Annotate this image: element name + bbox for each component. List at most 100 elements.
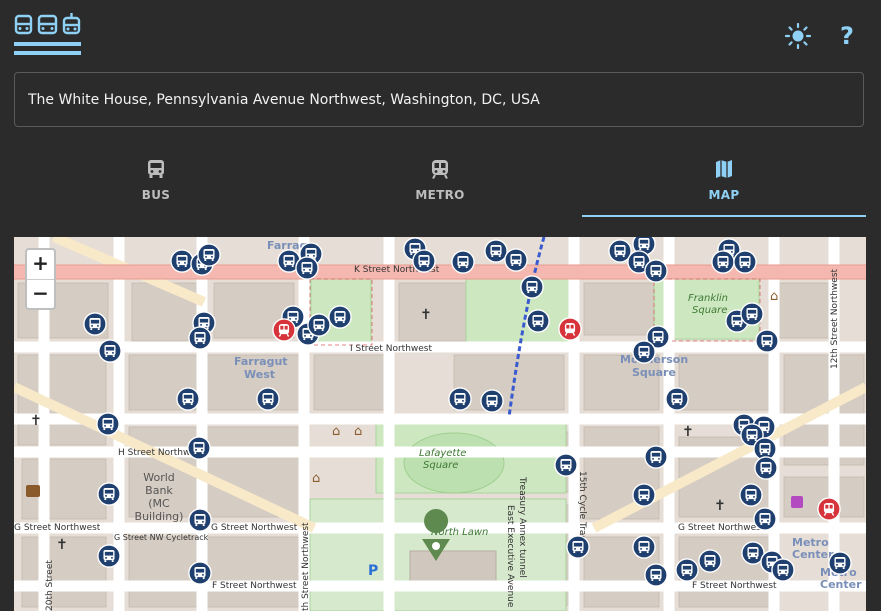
bus-stop-marker[interactable] (480, 389, 504, 413)
g-street-west-label: G Street Northwest (14, 523, 101, 533)
bus-stop-marker[interactable] (698, 549, 722, 573)
bus-stop-marker[interactable] (97, 544, 121, 568)
bus-stop-marker[interactable] (187, 436, 211, 460)
bus-stop-marker[interactable] (484, 239, 508, 263)
bus-stop-marker[interactable] (176, 387, 200, 411)
bus-stop-marker[interactable] (295, 256, 319, 280)
bus-stop-marker[interactable] (711, 250, 735, 274)
bus-stop-marker[interactable] (526, 309, 550, 333)
train-icon (432, 160, 448, 179)
bus-stop-marker[interactable] (96, 412, 120, 436)
bus-stop-marker[interactable] (256, 387, 280, 411)
world-bank-label-4: Building) (135, 510, 184, 523)
metro-station-marker[interactable] (817, 497, 841, 521)
bus-stop-marker[interactable] (739, 483, 763, 507)
shop-icon (791, 496, 803, 508)
tab-bar: BUS METRO MAP (14, 150, 866, 217)
g-street-east-label: G Street Northwest (678, 523, 765, 533)
bus-stop-marker[interactable] (755, 329, 779, 353)
tab-map[interactable]: MAP (582, 150, 866, 217)
bus-stop-marker[interactable] (97, 482, 121, 506)
f-street-west-label: F Street Northwest (212, 581, 297, 591)
church-icon: ✝ (714, 498, 726, 514)
bus-stop-marker[interactable] (504, 248, 528, 272)
museum-icon: ⌂ (332, 424, 340, 439)
world-bank-label-1: World (143, 471, 175, 484)
zoom-controls: + − (25, 248, 56, 310)
tab-metro-label: METRO (415, 188, 465, 202)
tab-map-label: MAP (708, 188, 740, 202)
bus-stop-marker[interactable] (632, 535, 656, 559)
bus-stop-marker[interactable] (644, 563, 668, 587)
transit-logo-icon (14, 13, 81, 55)
bus-stop-marker[interactable] (733, 250, 757, 274)
lafayette-label-2: Square (423, 460, 458, 471)
g-street-southwest-label: G Street Northwest (211, 523, 298, 533)
bus-stop-marker[interactable] (307, 313, 331, 337)
bus-stop-marker[interactable] (412, 249, 436, 273)
bus-stop-marker[interactable] (188, 561, 212, 585)
bus-stop-marker[interactable] (197, 243, 221, 267)
bus-icon (148, 160, 164, 178)
tab-metro[interactable]: METRO (298, 150, 582, 216)
twelfth-street-label: 12th Street Northwest (830, 268, 840, 369)
bus-stop-marker[interactable] (644, 445, 668, 469)
farragut-west-label-2: West (244, 368, 275, 381)
museum-icon: ⌂ (312, 471, 320, 486)
lafayette-label-1: Lafayette (419, 448, 466, 459)
museum-icon: ⌂ (770, 289, 778, 304)
world-bank-label-2: Bank (145, 484, 173, 497)
bus-stop-marker[interactable] (644, 259, 668, 283)
g-cycletrack-label: G Street NW Cycletrack (114, 533, 209, 542)
museum-icon: ⌂ (354, 424, 362, 439)
bus-stop-marker[interactable] (520, 275, 544, 299)
bus-stop-marker[interactable] (632, 483, 656, 507)
app-header: ? (0, 0, 881, 70)
map-icon (716, 160, 732, 178)
bus-stop-marker[interactable] (188, 508, 212, 532)
treasury-tunnel-label: Treasury Annex tunnel (517, 476, 527, 578)
bus-stop-marker[interactable] (771, 558, 795, 582)
bus-stop-marker[interactable] (675, 558, 699, 582)
world-bank-label-3: (MC (148, 497, 170, 510)
zoom-in-button[interactable]: + (27, 250, 54, 280)
bus-stop-marker[interactable] (753, 507, 777, 531)
tab-bus[interactable]: BUS (14, 150, 298, 216)
bus-stop-marker[interactable] (170, 249, 194, 273)
metro-station-marker[interactable] (272, 318, 296, 342)
map-view[interactable]: K Street Northwest I Street Northwest H … (14, 237, 866, 611)
farragut-west-label-1: Farragut (234, 355, 288, 368)
bus-stop-marker[interactable] (632, 340, 656, 364)
church-icon: ✝ (682, 424, 694, 440)
metro-station-marker[interactable] (558, 317, 582, 341)
address-search-field[interactable] (14, 72, 864, 127)
help-button[interactable]: ? (833, 22, 861, 50)
twentieth-street-label: 20th Street (45, 560, 55, 611)
tab-bus-label: BUS (141, 188, 171, 202)
bus-stop-marker[interactable] (188, 326, 212, 350)
f-street-east-label: F Street Northwest (692, 581, 777, 591)
bus-stop-marker[interactable] (451, 250, 475, 274)
bus-stop-marker[interactable] (754, 456, 778, 480)
bus-stop-marker[interactable] (665, 387, 689, 411)
bus-stop-marker[interactable] (566, 535, 590, 559)
fifteenth-street-label: 15th Cycle Track (577, 471, 587, 546)
bus-stop-marker[interactable] (554, 453, 578, 477)
map-canvas[interactable]: K Street Northwest I Street Northwest H … (14, 237, 866, 611)
franklin-label-2: Square (692, 305, 727, 316)
library-icon (26, 485, 40, 497)
bus-stop-marker[interactable] (828, 551, 852, 575)
bus-stop-marker[interactable] (740, 302, 764, 326)
bus-stop-marker[interactable] (448, 387, 472, 411)
metro-center-label-2: Center (792, 548, 834, 561)
address-input[interactable] (15, 73, 863, 126)
metro-center-label-4: Center (820, 578, 862, 591)
bus-stop-marker[interactable] (83, 312, 107, 336)
zoom-out-button[interactable]: − (27, 280, 54, 309)
bus-stop-marker[interactable] (328, 305, 352, 329)
church-icon: ✝ (30, 413, 42, 429)
bus-stop-marker[interactable] (98, 339, 122, 363)
sun-icon[interactable] (784, 22, 812, 50)
east-executive-label: East Executive Avenue (505, 505, 515, 608)
mcpherson-label-2: Square (632, 366, 676, 379)
